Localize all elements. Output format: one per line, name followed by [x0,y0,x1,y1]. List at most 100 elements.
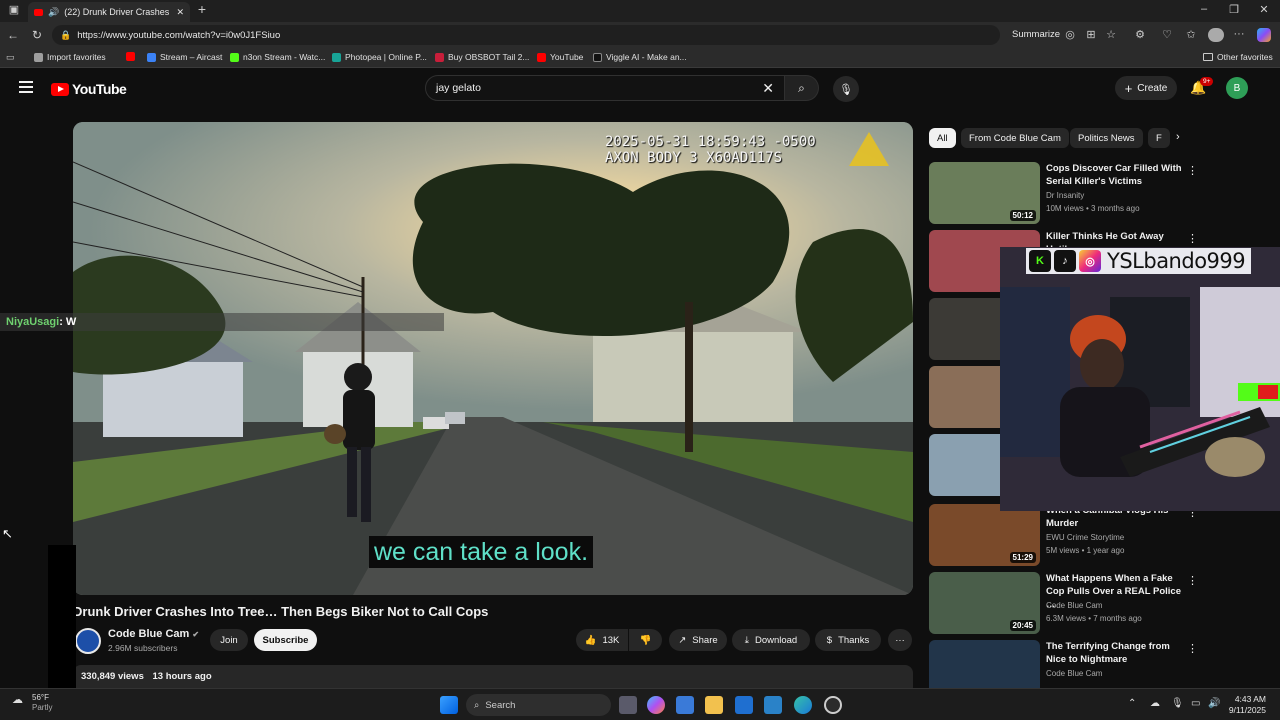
recommendation-title[interactable]: The Terrifying Change from Nice to Night… [1046,640,1186,666]
extensions-icon[interactable]: ⚙ [1133,28,1147,41]
share-button[interactable]: ↗ Share [669,629,727,651]
site-info-icon[interactable]: 🔒 [60,30,71,41]
search-value: jay gelato [436,82,481,94]
clear-search-icon[interactable]: ✕ [762,80,774,97]
recommendation-item[interactable]: 20:45 What Happens When a Fake Cop Pulls … [929,572,1279,636]
youtube-favicon-icon [34,8,43,16]
more-menu-icon[interactable]: ··· [1232,28,1246,40]
copilot-app-icon[interactable] [647,696,665,714]
chip-politics-news[interactable]: Politics News [1070,128,1143,148]
recommendation-thumbnail[interactable]: 50:12 [929,162,1040,224]
new-tab-icon[interactable]: + [194,1,210,17]
recommendation-item[interactable]: 50:12 Cops Discover Car Filled With Seria… [929,162,1279,226]
bookmark-youtube[interactable]: YouTube [537,52,583,62]
youtube-favicon-icon [126,52,135,61]
restore-icon[interactable]: ❐ [1226,3,1242,16]
chip-from-channel[interactable]: From Code Blue Cam [961,128,1069,148]
recommendation-item[interactable]: 51:29When a Cannibal Vlogs His MurderEWU… [929,504,1279,568]
bookmark-youtube-icon-only[interactable] [126,52,135,61]
windows-start-icon[interactable] [440,696,458,714]
network-icon[interactable]: ▭ [1191,698,1200,709]
favorite-star-icon[interactable]: ☆ [1104,28,1118,41]
task-view-icon[interactable] [619,696,637,714]
bookmark-aircast[interactable]: Stream – Aircast [147,52,222,62]
recommendation-channel[interactable]: EWU Crime Storytime [1046,533,1124,542]
photos-icon[interactable] [764,696,782,714]
more-vertical-icon[interactable]: ⋮ [1187,642,1198,655]
taskbar-search[interactable]: ⌕ Search [466,694,611,716]
url-field[interactable]: 🔒 https://www.youtube.com/watch?v=i0w0J1… [52,25,1000,45]
channel-avatar[interactable] [75,628,101,654]
like-button[interactable]: 👍 13K [576,629,628,651]
youtube-logo[interactable]: YouTube [51,81,127,97]
search-input[interactable]: jay gelato ✕ [425,75,785,101]
recommendation-channel[interactable]: Dr Insanity [1046,191,1084,200]
minimize-icon[interactable]: – [1196,3,1212,15]
subscribe-button[interactable]: Subscribe [254,629,317,651]
back-icon[interactable]: ← [6,28,20,42]
copilot-icon[interactable] [1257,28,1271,42]
chevron-right-icon[interactable]: › [1176,131,1180,143]
more-vertical-icon[interactable]: ⋮ [1187,232,1198,245]
menu-icon[interactable] [19,81,33,93]
favorites-icon[interactable]: ✩ [1184,28,1198,41]
more-actions-button[interactable]: ··· [888,629,912,651]
close-window-icon[interactable]: ✕ [1256,3,1272,16]
speaker-icon[interactable]: 🔊 [48,7,59,18]
sidebar-toggle-icon[interactable]: ▭ [6,52,15,63]
dislike-button[interactable]: 👎 [629,629,662,651]
copilot-summary-icon[interactable]: ◎ [1063,28,1077,41]
photopea-favicon-icon [332,52,341,62]
bookmark-viggle[interactable]: Viggle AI - Make an... [593,52,687,62]
summarize-button[interactable]: Summarize [1012,29,1060,40]
file-explorer-icon[interactable] [705,696,723,714]
create-button[interactable]: + Create [1115,76,1177,100]
close-tab-icon[interactable]: ✕ [176,7,184,18]
more-vertical-icon[interactable]: ⋮ [1187,164,1198,177]
edge-icon[interactable] [794,696,812,714]
channel-name[interactable]: Code Blue Cam ✔ [108,628,199,640]
video-player[interactable]: 2025-05-31 18:59:43 -0500 AXON BODY 3 X6… [73,122,913,595]
super-thanks-icon: $ [826,634,833,646]
system-clock[interactable]: 4:43 AM 9/11/2025 [1222,694,1266,716]
bookmark-obsbot[interactable]: Buy OBSBOT Tail 2... [435,52,529,62]
bookmark-n3on[interactable]: n3on Stream - Watc... [230,52,325,62]
recommendation-meta: 10M views • 3 months ago [1046,204,1140,213]
kick-favicon-icon [230,52,239,62]
microphone-tray-icon[interactable]: 🎙 [1171,698,1184,709]
account-avatar[interactable]: B [1226,77,1248,99]
bookmark-import-favorites[interactable]: Import favorites [34,52,106,62]
store-icon[interactable] [676,696,694,714]
more-vertical-icon[interactable]: ⋮ [1187,574,1198,587]
apps-icon[interactable]: ⊞ [1084,28,1098,41]
chip-more[interactable]: F [1148,128,1170,148]
search-button[interactable]: ⌕ [785,75,819,101]
more-horizontal-icon: ··· [895,634,905,646]
recommendation-channel[interactable]: Code Blue Cam [1046,669,1102,678]
obs-icon[interactable] [824,696,842,714]
weather-widget[interactable]: ☁ 56°F Partly [12,693,52,713]
volume-icon[interactable]: 🔊 [1208,698,1220,709]
profile-icon[interactable] [1208,28,1224,42]
onedrive-icon[interactable]: ☁ [1150,698,1160,709]
bookmark-other-favorites[interactable]: Other favorites [1203,52,1273,62]
refresh-icon[interactable]: ↻ [30,28,44,42]
youtube-favicon-icon [537,52,546,62]
outlook-icon[interactable] [735,696,753,714]
chip-all[interactable]: All [929,128,956,148]
recommendation-thumbnail[interactable]: 51:29 [929,504,1040,566]
tray-overflow-icon[interactable]: ⌃ [1128,698,1136,709]
recommendation-channel[interactable]: Code Blue Cam [1046,601,1102,610]
browser-essentials-icon[interactable]: ♡ [1160,28,1174,41]
tab-actions-icon[interactable]: ▣ [6,3,22,16]
recommendation-thumbnail[interactable]: 20:45 [929,572,1040,634]
video-caption: we can take a look. [369,536,594,568]
join-button[interactable]: Join [210,629,248,651]
browser-tab-youtube[interactable]: 🔊 (22) Drunk Driver Crashes In ✕ [28,2,190,22]
bookmark-photopea[interactable]: Photopea | Online P... [332,52,427,62]
voice-search-button[interactable]: 🎙 [833,76,859,102]
recommendation-title[interactable]: Cops Discover Car Filled With Serial Kil… [1046,162,1186,188]
download-button[interactable]: ⤓ Download [732,629,810,651]
axon-logo-icon [849,132,889,166]
thanks-button[interactable]: $ Thanks [815,629,881,651]
